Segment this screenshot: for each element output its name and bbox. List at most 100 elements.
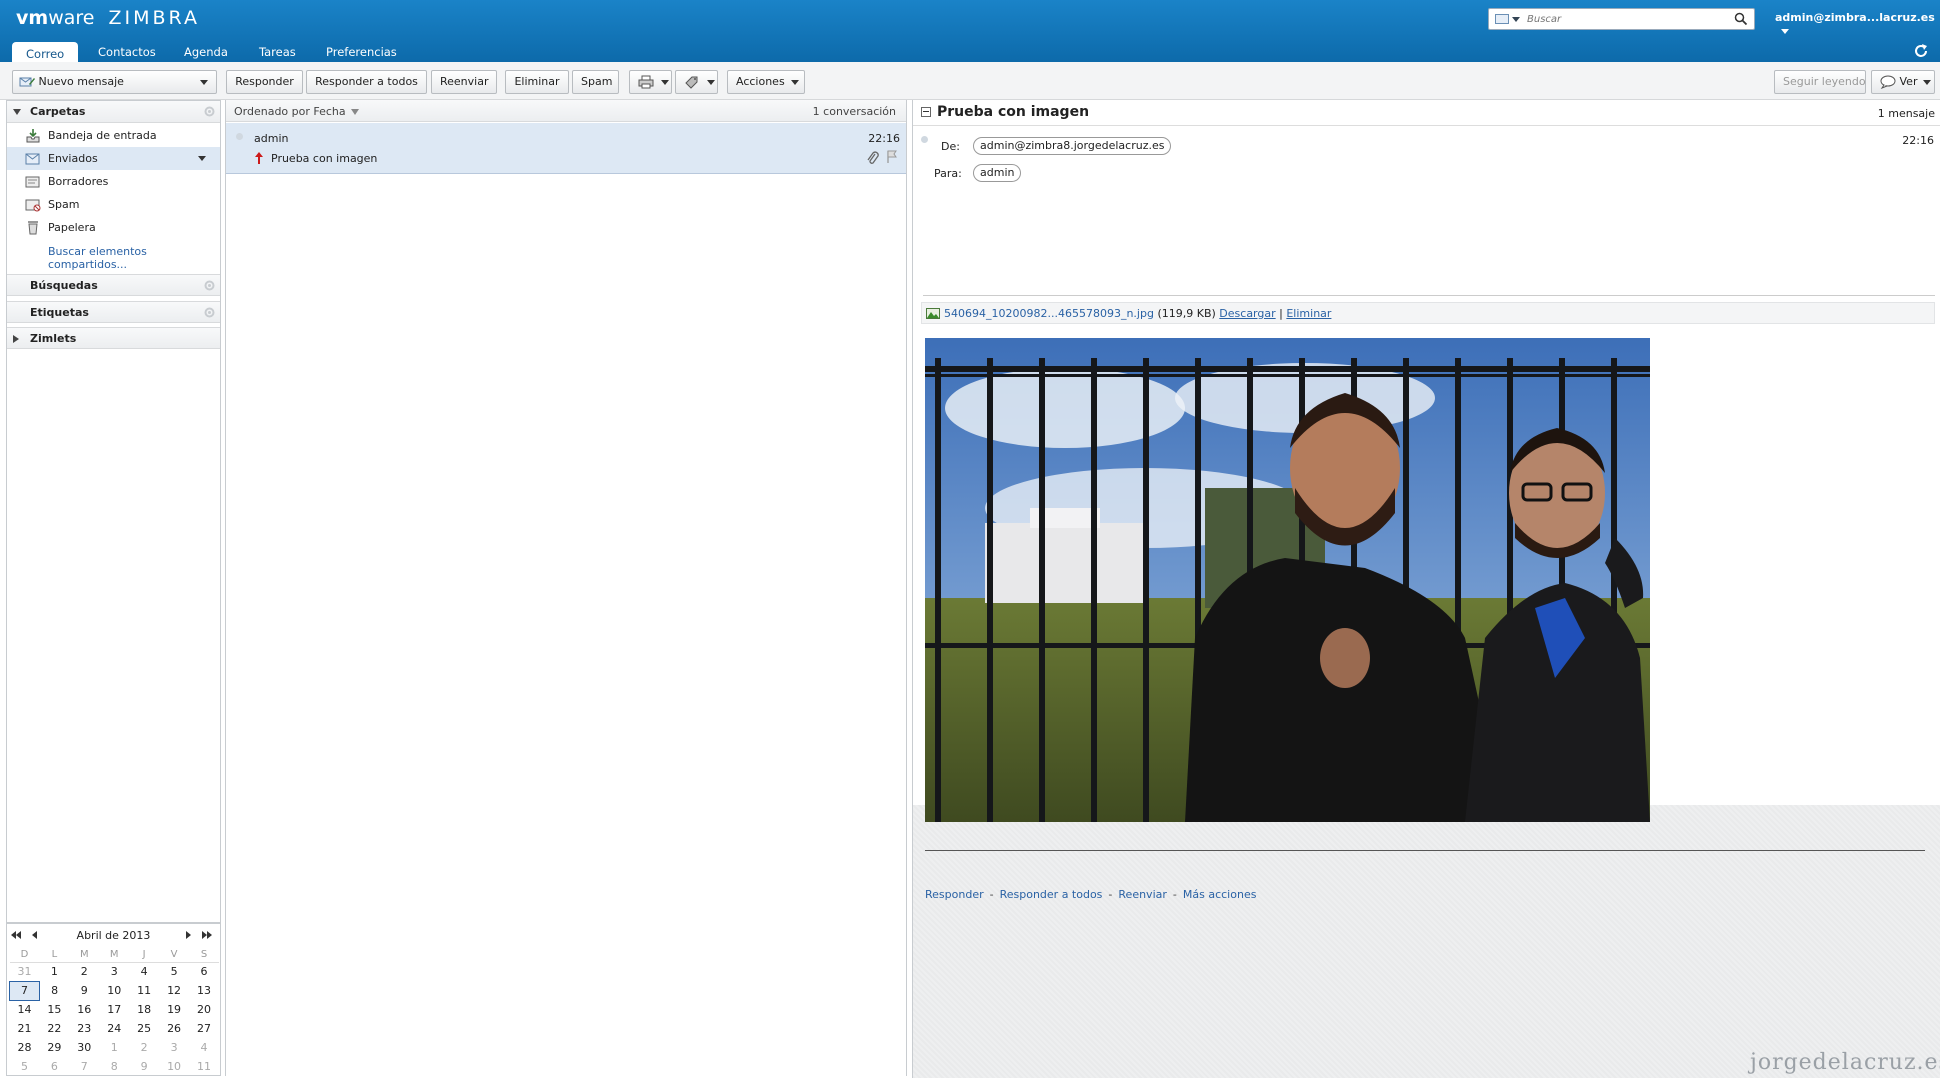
calendar-day[interactable]: 26 (159, 1019, 189, 1038)
calendar-day[interactable]: 17 (99, 1000, 129, 1019)
sidebar-item-sent[interactable]: Enviados (7, 147, 220, 170)
tab-tasks[interactable]: Tareas (245, 42, 310, 62)
calendar-day[interactable]: 8 (39, 981, 69, 1000)
calendar-day[interactable]: 2 (69, 962, 99, 981)
find-shares-link[interactable]: Buscar elementos compartidos... (48, 245, 220, 271)
sort-by-date[interactable]: Ordenado por Fecha (234, 105, 359, 118)
expand-triangle-icon[interactable] (13, 335, 19, 343)
next-month-icon[interactable] (182, 930, 194, 940)
reply-button[interactable]: Responder (226, 70, 303, 94)
gear-icon[interactable] (203, 279, 216, 292)
next-year-icon[interactable] (201, 930, 213, 940)
collapse-conversation-icon[interactable] (921, 107, 931, 117)
calendar-day[interactable]: 3 (99, 962, 129, 981)
list-item[interactable]: admin 22:16 Prueba con imagen (226, 123, 906, 174)
calendar-day[interactable]: 10 (99, 981, 129, 1000)
tab-preferences[interactable]: Preferencias (312, 42, 411, 62)
calendar-day[interactable]: 23 (69, 1019, 99, 1038)
tags-header[interactable]: Etiquetas (7, 301, 220, 323)
calendar-day[interactable]: 3 (159, 1038, 189, 1057)
calendar-day[interactable]: 12 (159, 981, 189, 1000)
calendar-day[interactable]: 13 (189, 981, 219, 1000)
calendar-day[interactable]: 2 (129, 1038, 159, 1057)
delete-button[interactable]: Eliminar (505, 70, 569, 94)
view-button[interactable]: Ver (1871, 70, 1935, 94)
calendar-day[interactable]: 11 (189, 1057, 219, 1076)
weekday-label: L (39, 948, 70, 963)
reply-all-button[interactable]: Responder a todos (306, 70, 427, 94)
from-address-bubble[interactable]: admin@zimbra8.jorgedelacruz.es (973, 137, 1172, 155)
read-status-dot[interactable] (236, 133, 243, 140)
sidebar-item-trash[interactable]: Papelera (7, 216, 220, 239)
calendar-day[interactable]: 31 (10, 962, 40, 981)
tab-calendar[interactable]: Agenda (170, 42, 242, 62)
search-icon[interactable] (1734, 12, 1748, 26)
calendar-day-today[interactable]: 7 (9, 980, 40, 1001)
calendar-day[interactable]: 6 (189, 962, 219, 981)
sidebar-item-spam[interactable]: Spam (7, 193, 220, 216)
refresh-icon[interactable] (1912, 42, 1930, 60)
forward-link[interactable]: Reenviar (1118, 888, 1167, 901)
forward-button[interactable]: Reenviar (431, 70, 497, 94)
chevron-down-icon[interactable] (198, 156, 206, 161)
calendar-day[interactable]: 27 (189, 1019, 219, 1038)
tab-contacts[interactable]: Contactos (84, 42, 170, 62)
to-address-bubble[interactable]: admin (973, 164, 1022, 182)
read-status-dot[interactable] (921, 136, 928, 143)
calendar-day[interactable]: 16 (69, 1000, 99, 1019)
search-input[interactable] (1527, 11, 1727, 27)
searches-header[interactable]: Búsquedas (7, 274, 220, 296)
sidebar-item-inbox[interactable]: Bandeja de entrada (7, 124, 220, 147)
calendar-day[interactable]: 5 (10, 1057, 40, 1076)
reply-link[interactable]: Responder (925, 888, 984, 901)
user-menu[interactable]: admin@zimbra...lacruz.es (1775, 11, 1940, 37)
calendar-day[interactable]: 14 (10, 1000, 40, 1019)
calendar-day[interactable]: 21 (10, 1019, 40, 1038)
calendar-day[interactable]: 18 (129, 1000, 159, 1019)
calendar-day[interactable]: 1 (99, 1038, 129, 1057)
attachment-name-link[interactable]: 540694_10200982...465578093_n.jpg (944, 307, 1154, 320)
collapse-triangle-icon[interactable] (13, 109, 21, 115)
calendar-day[interactable]: 4 (189, 1038, 219, 1057)
calendar-day[interactable]: 19 (159, 1000, 189, 1019)
spam-button[interactable]: Spam (572, 70, 619, 94)
sidebar-item-drafts[interactable]: Borradores (7, 170, 220, 193)
flag-icon[interactable] (886, 150, 898, 164)
reply-all-link[interactable]: Responder a todos (1000, 888, 1103, 901)
download-link[interactable]: Descargar (1219, 307, 1275, 320)
calendar-day[interactable]: 9 (129, 1057, 159, 1076)
action-separator: - (989, 888, 994, 901)
keep-reading-button[interactable]: Seguir leyendo (1774, 70, 1866, 94)
tab-mail[interactable]: Correo (12, 42, 79, 64)
calendar-day[interactable]: 25 (129, 1019, 159, 1038)
more-actions-link[interactable]: Más acciones (1183, 888, 1257, 901)
message-count: 1 mensaje (1877, 107, 1935, 120)
calendar-day[interactable]: 20 (189, 1000, 219, 1019)
zimlets-header[interactable]: Zimlets (7, 327, 220, 349)
print-button[interactable] (629, 70, 672, 94)
calendar-day[interactable]: 30 (69, 1038, 99, 1057)
tag-button[interactable] (675, 70, 718, 94)
remove-attachment-link[interactable]: Eliminar (1286, 307, 1331, 320)
calendar-day[interactable]: 7 (69, 1057, 99, 1076)
calendar-day[interactable]: 8 (99, 1057, 129, 1076)
gear-icon[interactable] (203, 306, 216, 319)
new-message-button[interactable]: Nuevo mensaje (12, 70, 217, 94)
calendar-day[interactable]: 15 (39, 1000, 69, 1019)
calendar-day[interactable]: 11 (129, 981, 159, 1000)
calendar-day[interactable]: 29 (39, 1038, 69, 1057)
folders-header[interactable]: Carpetas (7, 101, 220, 123)
calendar-day[interactable]: 24 (99, 1019, 129, 1038)
calendar-day[interactable]: 4 (129, 962, 159, 981)
actions-button[interactable]: Acciones (727, 70, 805, 94)
calendar-day[interactable]: 9 (69, 981, 99, 1000)
calendar-day[interactable]: 28 (10, 1038, 40, 1057)
search-scope-dropdown[interactable] (1493, 12, 1520, 26)
calendar-day[interactable]: 22 (39, 1019, 69, 1038)
calendar-day[interactable]: 1 (39, 962, 69, 981)
calendar-day[interactable]: 6 (39, 1057, 69, 1076)
gear-icon[interactable] (203, 105, 216, 118)
chevron-down-icon (1512, 17, 1520, 22)
calendar-day[interactable]: 10 (159, 1057, 189, 1076)
calendar-day[interactable]: 5 (159, 962, 189, 981)
